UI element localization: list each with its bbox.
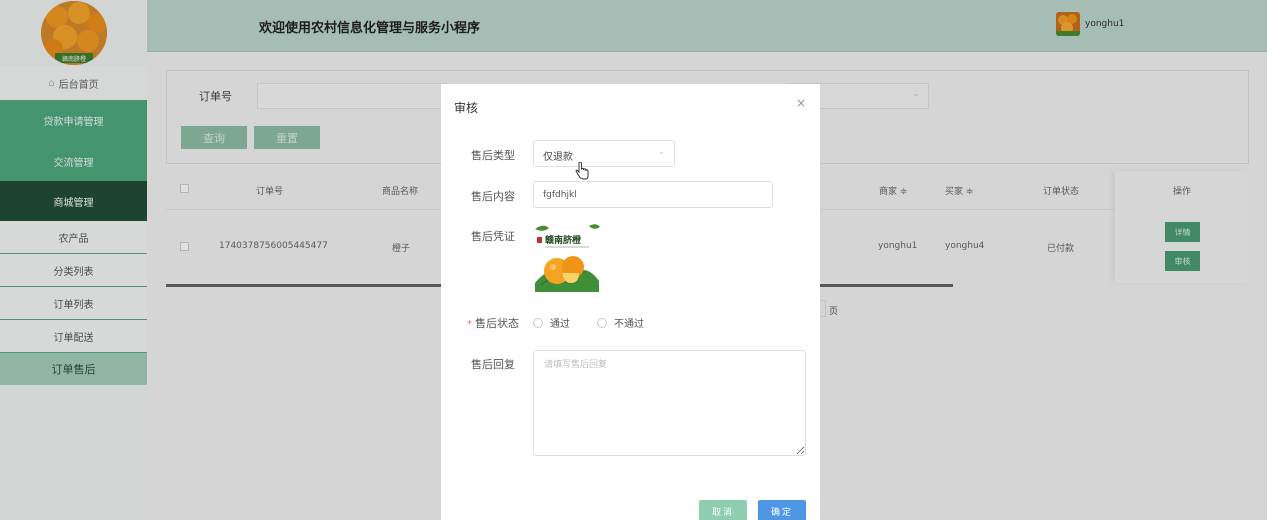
status-radio-reject[interactable]: 不通过	[597, 315, 644, 330]
cancel-button[interactable]: 取消	[699, 500, 747, 520]
aftersale-type-select[interactable]: 仅退款 ⌄	[533, 140, 675, 167]
aftersale-status-label: * 售后状态	[467, 315, 519, 331]
required-mark: *	[467, 319, 472, 330]
radio-circle	[533, 317, 543, 328]
aftersale-reply-label: 售后回复	[471, 358, 515, 371]
radio-label: 通过	[550, 319, 570, 330]
radio-label: 不通过	[614, 319, 644, 330]
aftersale-status-text: 售后状态	[475, 317, 519, 330]
proof-caption: 赣南脐橙	[545, 234, 582, 246]
aftersale-type-value: 仅退款	[543, 152, 573, 163]
aftersale-proof-image[interactable]: 赣南脐橙	[533, 221, 601, 292]
review-dialog: 审核 × 售后类型 仅退款 ⌄ 售后内容 售后凭证 赣南脐橙 *售后状态 通过 …	[441, 84, 820, 520]
status-radio-pass[interactable]: 通过	[533, 315, 570, 330]
radio-circle	[597, 317, 607, 328]
hand-pointer-cursor-icon	[575, 161, 589, 183]
confirm-button[interactable]: 确定	[758, 500, 806, 520]
aftersale-reply-textarea[interactable]	[533, 350, 806, 456]
aftersale-type-label: 售后类型	[471, 149, 515, 162]
chevron-down-icon: ⌄	[657, 147, 665, 157]
close-icon[interactable]: ×	[796, 96, 806, 110]
dialog-title: 审核	[454, 101, 479, 115]
aftersale-content-label: 售后内容	[471, 190, 515, 203]
aftersale-content-input[interactable]	[533, 181, 773, 208]
aftersale-proof-label: 售后凭证	[471, 230, 515, 243]
